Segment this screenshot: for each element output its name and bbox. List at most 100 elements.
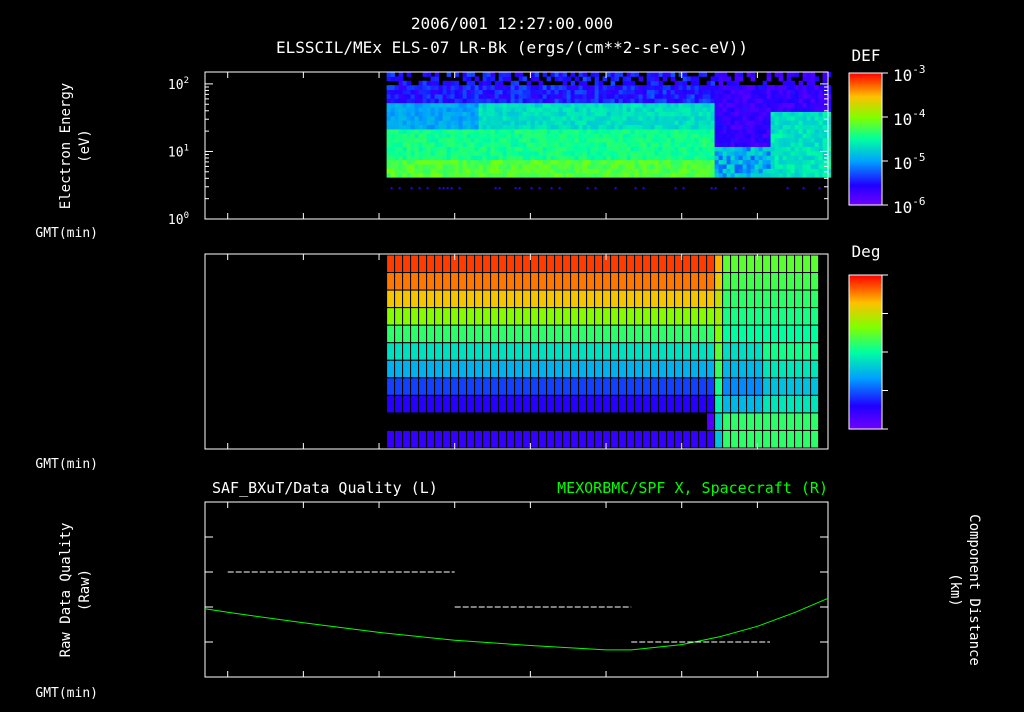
pitch-cell bbox=[690, 289, 700, 309]
energy-cell bbox=[754, 146, 760, 152]
energy-cell bbox=[774, 85, 780, 91]
energy-cell bbox=[394, 102, 400, 108]
energy-cell bbox=[654, 159, 660, 165]
energy-cell bbox=[538, 146, 544, 152]
pitch-cell bbox=[626, 377, 636, 396]
energy-cell bbox=[570, 128, 576, 134]
energy-cell bbox=[390, 72, 396, 77]
energy-cell bbox=[410, 93, 416, 99]
pitch-cell bbox=[674, 377, 684, 396]
energy-cell bbox=[686, 124, 692, 130]
energy-cell bbox=[742, 172, 748, 178]
energy-cell bbox=[654, 93, 660, 99]
energy-cell bbox=[750, 163, 756, 169]
energy-cell bbox=[658, 85, 664, 91]
energy-cell bbox=[794, 98, 800, 104]
energy-cell bbox=[722, 107, 728, 112]
energy-cell bbox=[490, 111, 496, 117]
energy-cell bbox=[806, 76, 812, 82]
energy-cell bbox=[638, 146, 644, 152]
pitch-cell bbox=[578, 254, 588, 274]
pitch-cell bbox=[778, 377, 788, 396]
energy-cell bbox=[474, 85, 480, 91]
energy-cell bbox=[786, 76, 792, 82]
energy-cell bbox=[550, 133, 556, 139]
pitch-cell bbox=[546, 289, 556, 309]
energy-cell bbox=[618, 124, 624, 130]
energy-cell bbox=[642, 124, 648, 130]
energy-cell bbox=[510, 142, 516, 147]
energy-cell bbox=[730, 93, 736, 99]
energy-cell bbox=[426, 102, 432, 108]
energy-cell bbox=[610, 76, 616, 82]
pitch-cell bbox=[802, 412, 812, 431]
energy-cell bbox=[770, 85, 776, 91]
energy-cell bbox=[802, 137, 808, 143]
pitch-cell bbox=[546, 254, 556, 274]
energy-cell bbox=[450, 133, 456, 139]
pitch-cell bbox=[762, 324, 772, 344]
energy-cell bbox=[810, 155, 816, 161]
pitch-cell bbox=[514, 429, 524, 449]
energy-cell bbox=[786, 172, 792, 178]
energy-cell bbox=[710, 128, 716, 134]
energy-cell bbox=[438, 98, 444, 104]
energy-cell bbox=[546, 89, 552, 95]
energy-cell bbox=[542, 115, 548, 121]
energy-cell bbox=[818, 155, 824, 161]
energy-cell bbox=[698, 120, 704, 126]
energy-cell bbox=[706, 98, 712, 104]
energy-cell bbox=[678, 172, 684, 178]
energy-cell bbox=[550, 163, 556, 169]
energy-cell bbox=[474, 111, 480, 117]
energy-cell bbox=[666, 159, 672, 165]
energy-cell bbox=[702, 107, 708, 112]
energy-cell bbox=[586, 128, 592, 134]
energy-cell bbox=[782, 146, 788, 152]
line-series bbox=[204, 571, 829, 651]
energy-cell bbox=[810, 98, 816, 104]
energy-cell bbox=[578, 115, 584, 121]
pitch-cell bbox=[650, 429, 660, 449]
energy-cell bbox=[482, 93, 488, 99]
energy-cell bbox=[482, 80, 488, 86]
energy-spectrogram-panel: 100101102 GMT(min) Electron Energy (eV) … bbox=[35, 46, 926, 241]
energy-cell bbox=[738, 163, 744, 169]
pitch-cell bbox=[682, 429, 692, 449]
pitch-cell bbox=[794, 394, 804, 414]
energy-cell bbox=[782, 128, 788, 134]
energy-cell bbox=[406, 85, 412, 91]
energy-cell bbox=[550, 107, 556, 112]
pitch-cell bbox=[594, 429, 604, 449]
pitch-cell bbox=[410, 324, 420, 344]
energy-cell bbox=[514, 159, 520, 165]
energy-cell bbox=[578, 137, 584, 143]
pitch-cell bbox=[586, 272, 596, 291]
energy-cell bbox=[542, 111, 548, 117]
energy-cell bbox=[454, 142, 460, 147]
energy-cell bbox=[726, 120, 732, 126]
pitch-cell bbox=[666, 342, 676, 361]
energy-cell bbox=[390, 133, 396, 139]
energy-cell bbox=[726, 133, 732, 139]
energy-cell bbox=[406, 124, 412, 130]
energy-cell bbox=[654, 172, 660, 178]
energy-cell bbox=[514, 98, 520, 104]
pitch-cell bbox=[778, 289, 788, 309]
energy-cell bbox=[718, 142, 724, 147]
energy-cell bbox=[426, 115, 432, 121]
energy-cell bbox=[478, 98, 484, 104]
pitch-cell bbox=[778, 394, 788, 414]
energy-cell bbox=[430, 111, 436, 117]
energy-cell bbox=[442, 137, 448, 143]
energy-cell bbox=[478, 89, 484, 95]
energy-cell bbox=[742, 89, 748, 95]
pitch-cell bbox=[386, 289, 396, 309]
energy-cell bbox=[602, 98, 608, 104]
energy-cell bbox=[662, 150, 668, 156]
pitch-cell bbox=[626, 342, 636, 361]
energy-cell bbox=[662, 89, 668, 95]
energy-cell bbox=[554, 133, 560, 139]
pitch-cell bbox=[802, 254, 812, 274]
energy-cell bbox=[534, 172, 540, 178]
